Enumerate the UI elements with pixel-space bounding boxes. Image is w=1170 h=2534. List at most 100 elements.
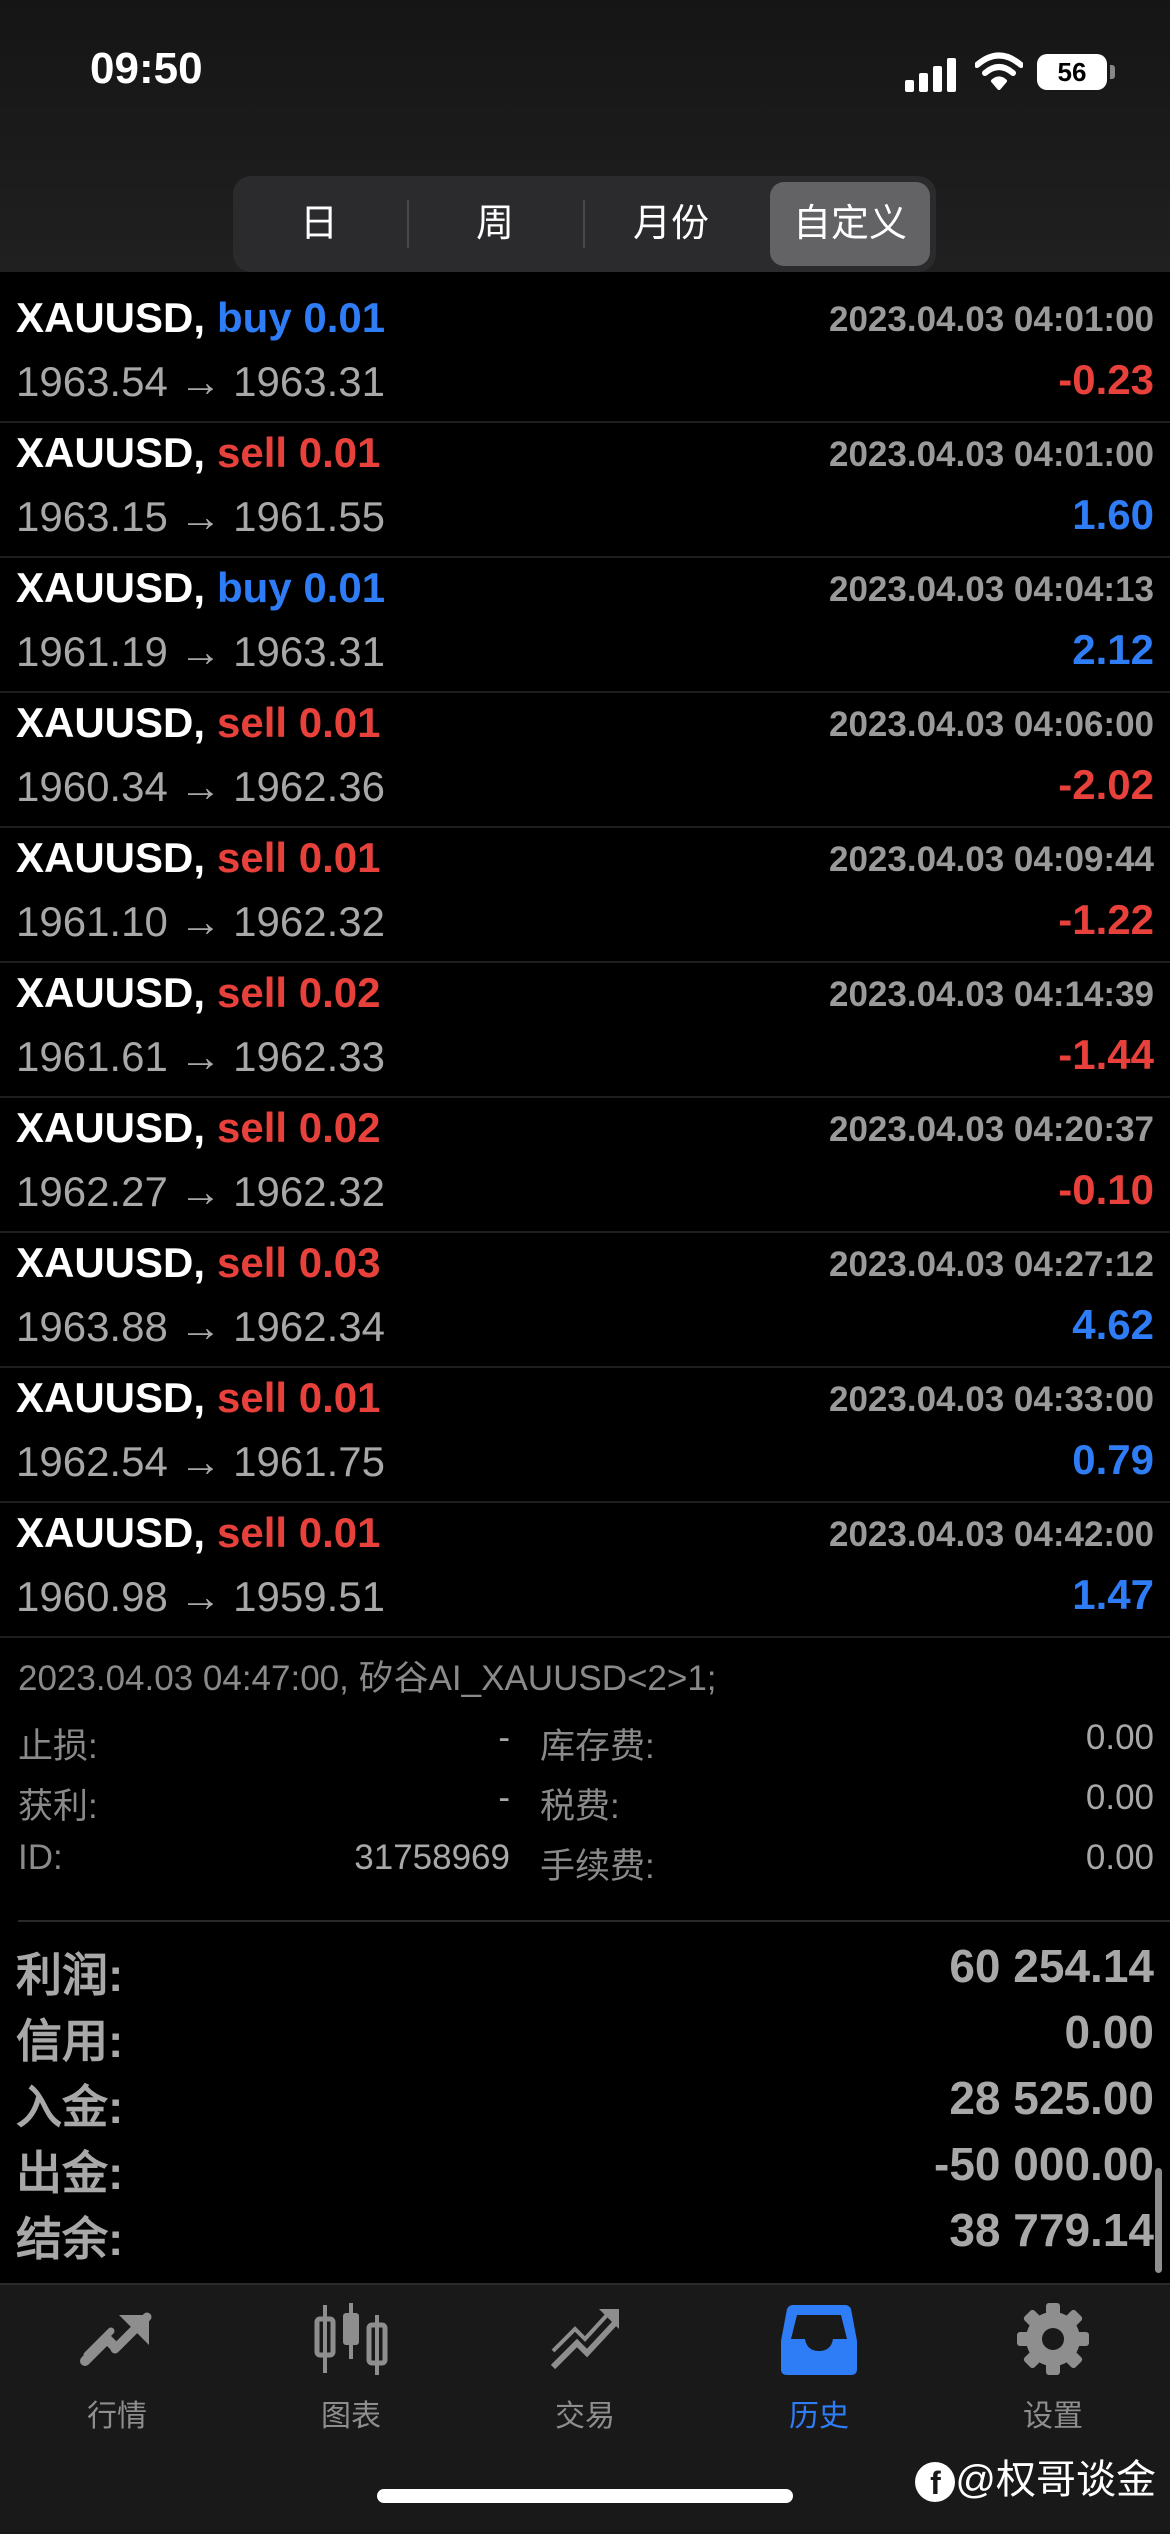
commission-value: 0.00 [1085,1838,1154,1877]
deal-prices: 1962.54 → 1961.75 [16,1438,385,1485]
deal-row[interactable]: XAUUSD, sell 0.01 2023.04.03 04:42:00 1960.… [0,1503,1170,1638]
summary-row-balance: 结余: 38 779.14 [0,2199,1170,2265]
deal-prices: 1961.19 → 1963.31 [16,628,385,675]
battery-indicator: 56 [1037,54,1107,90]
deal-row[interactable]: XAUUSD, buy 0.01 2023.04.03 04:04:13 1961.1… [0,558,1170,693]
deal-symbol: XAUUSD, [16,564,206,611]
deal-time: 2023.04.03 04:06:00 [829,705,1154,744]
deal-row[interactable]: XAUUSD, sell 0.01 2023.04.03 04:06:00 1960.… [0,693,1170,828]
summary-value: 38 779.14 [949,2204,1154,2256]
battery-tip [1110,65,1115,79]
deal-symbol: XAUUSD, [16,834,206,881]
order-id-value: 31758969 [354,1838,510,1877]
deal-prices: 1960.98 → 1959.51 [16,1573,385,1620]
segment-month[interactable]: 月份 [591,182,751,266]
deal-time: 2023.04.03 04:42:00 [829,1515,1154,1554]
deal-side: buy 0.01 [217,564,386,611]
quotes-icon [80,2312,152,2366]
segment-day[interactable]: 日 [239,182,399,266]
deal-time: 2023.04.03 04:09:44 [829,840,1154,879]
deal-profit: 1.60 [1072,491,1154,538]
tab-quotes[interactable]: 行情 [0,2301,234,2451]
deal-symbol: XAUUSD, [16,1374,206,1421]
deal-profit: 1.47 [1072,1571,1154,1618]
tab-trade[interactable]: 交易 [468,2301,702,2451]
tab-label: 图表 [321,2400,381,2433]
deal-row[interactable]: XAUUSD, sell 0.01 2023.04.03 04:09:44 1961.… [0,828,1170,963]
deal-side: sell 0.02 [217,969,381,1016]
status-time: 09:50 [90,44,203,93]
deal-symbol: XAUUSD, [16,1239,206,1286]
deal-time: 2023.04.03 04:33:00 [829,1380,1154,1419]
summary-value: -50 000.00 [934,2138,1154,2190]
deal-symbol: XAUUSD, [16,969,206,1016]
deal-symbol: XAUUSD, [16,294,206,341]
deal-profit: 4.62 [1072,1301,1154,1348]
summary-value: 28 525.00 [949,2072,1154,2124]
segment-divider [583,200,585,248]
deal-side: sell 0.01 [217,1374,381,1421]
trade-icon [550,2309,619,2370]
deal-prices: 1961.61 → 1962.33 [16,1033,385,1080]
header: 09:50 56 日 周 月份 自定义 [0,0,1170,272]
stop-loss-label: 止损: [18,1727,98,1766]
deal-side: sell 0.01 [217,834,381,881]
tax-label: 税费: [540,1787,620,1826]
segment-custom[interactable]: 自定义 [770,182,930,266]
segment-week[interactable]: 周 [415,182,575,266]
deal-time: 2023.04.03 04:20:37 [829,1110,1154,1149]
tab-label: 交易 [555,2400,615,2433]
deal-row[interactable]: XAUUSD, sell 0.01 2023.04.03 04:01:00 1963.… [0,423,1170,558]
tab-label: 行情 [87,2400,147,2433]
deal-time: 2023.04.03 04:14:39 [829,975,1154,1014]
stop-loss-value: - [498,1718,510,1757]
deal-profit: 0.79 [1072,1436,1154,1483]
summary-value: 0.00 [1064,2006,1154,2058]
deals-list: XAUUSD, buy 0.01 2023.04.03 04:01:00 1963.5… [0,288,1170,1638]
deal-side: buy 0.01 [217,294,386,341]
deal-profit: -1.44 [1058,1031,1154,1078]
period-segmented-control: 日 周 月份 自定义 [233,176,936,272]
deal-prices: 1961.10 → 1962.32 [16,898,385,945]
tax-value: 0.00 [1085,1778,1154,1817]
history-icon [781,2305,857,2375]
deal-side: sell 0.02 [217,1104,381,1151]
swap-value: 0.00 [1085,1718,1154,1757]
scroll-indicator[interactable] [1155,2168,1162,2273]
deal-prices: 1960.34 → 1962.36 [16,763,385,810]
deal-side: sell 0.01 [217,429,381,476]
deal-symbol: XAUUSD, [16,1104,206,1151]
deal-profit: -0.23 [1058,356,1154,403]
commission-label: 手续费: [540,1847,655,1886]
deal-prices: 1963.54 → 1963.31 [16,358,385,405]
deal-row[interactable]: XAUUSD, sell 0.03 2023.04.03 04:27:12 1963.… [0,1233,1170,1368]
deal-side: sell 0.03 [217,1239,381,1286]
deal-side: sell 0.01 [217,699,381,746]
watermark: f @权哥谈金 [915,2447,1156,2505]
deal-profit: -2.02 [1058,761,1154,808]
summary-label: 信用: [16,2015,124,2067]
summary-label: 结余: [16,2213,124,2265]
summary-value: 60 254.14 [949,1940,1154,1992]
deal-row[interactable]: XAUUSD, sell 0.02 2023.04.03 04:14:39 1961.… [0,963,1170,1098]
deal-row[interactable]: XAUUSD, sell 0.01 2023.04.03 04:33:00 1962.… [0,1368,1170,1503]
summary-row-profit: 利润: 60 254.14 [0,1935,1170,2001]
order-id-label: ID: [18,1838,63,1877]
tab-settings[interactable]: 设置 [936,2301,1170,2451]
deal-prices: 1963.88 → 1962.34 [16,1303,385,1350]
chart-icon [314,2303,388,2375]
home-indicator[interactable] [377,2489,793,2503]
swap-label: 库存费: [540,1727,655,1766]
deal-row[interactable]: XAUUSD, buy 0.01 2023.04.03 04:01:00 1963.5… [0,288,1170,423]
deal-time: 2023.04.03 04:01:00 [829,435,1154,474]
tab-label: 历史 [789,2400,849,2433]
watermark-text: @权哥谈金 [955,2458,1156,2502]
status-bar: 09:50 56 [0,0,1170,140]
tab-chart[interactable]: 图表 [234,2301,468,2451]
take-profit-value: - [498,1778,510,1817]
tab-history[interactable]: 历史 [702,2301,936,2451]
cellular-signal-icon [905,58,956,92]
segment-divider [407,200,409,248]
deal-row[interactable]: XAUUSD, sell 0.02 2023.04.03 04:20:37 1962.… [0,1098,1170,1233]
summary-row-withdrawal: 出金: -50 000.00 [0,2133,1170,2199]
